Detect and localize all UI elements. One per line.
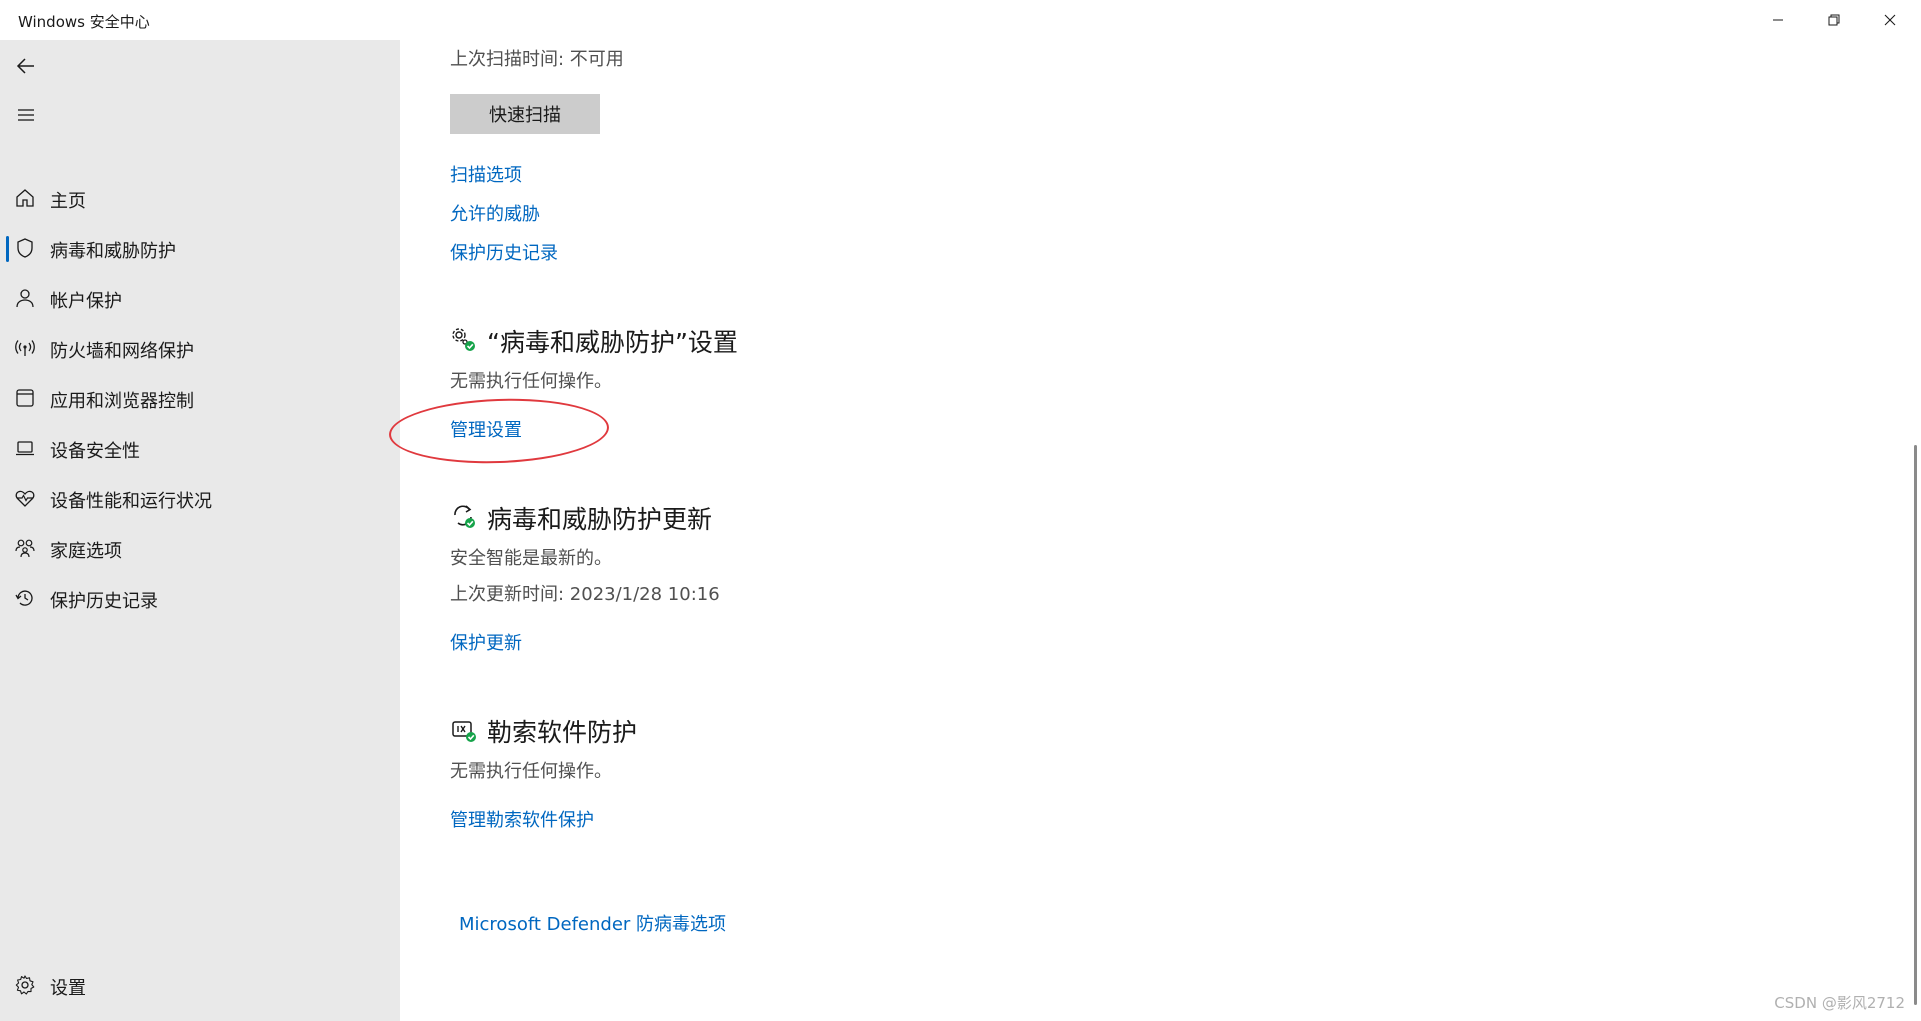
sidebar-item-label: 设置 <box>50 978 86 999</box>
settings-section-title: “病毒和威胁防护”设置 <box>487 328 738 357</box>
sidebar-item-firewall[interactable]: 防火墙和网络保护 <box>0 326 400 370</box>
menu-button[interactable] <box>8 98 44 132</box>
sidebar-item-label: 设备性能和运行状况 <box>50 491 212 512</box>
home-icon <box>14 187 36 209</box>
ransomware-section-title: 勒索软件防护 <box>487 718 638 747</box>
heart-pulse-icon <box>14 487 36 509</box>
sidebar-item-label: 家庭选项 <box>50 541 122 562</box>
last-scan-text: 上次扫描时间: 不可用 <box>450 49 624 70</box>
protection-updates-link[interactable]: 保护更新 <box>450 629 522 655</box>
vertical-scrollbar[interactable] <box>1914 445 1917 1005</box>
sidebar-item-label: 设备安全性 <box>50 441 140 462</box>
updates-section-title: 病毒和威胁防护更新 <box>487 505 713 534</box>
laptop-icon <box>14 437 36 459</box>
main-content: 上次扫描时间: 不可用 快速扫描 扫描选项 允许的威胁 保护历史记录 “病毒和威… <box>387 40 1921 1021</box>
sidebar-item-family-options[interactable]: 家庭选项 <box>0 526 400 570</box>
sidebar-item-label: 防火墙和网络保护 <box>50 341 194 362</box>
history-icon <box>14 587 36 609</box>
close-icon <box>1884 14 1896 26</box>
wireless-icon <box>14 337 36 359</box>
sidebar-item-settings[interactable]: 设置 <box>0 963 400 1007</box>
sidebar-item-label: 主页 <box>50 191 86 212</box>
settings-status-text: 无需执行任何操作。 <box>450 371 612 392</box>
ransomware-icon <box>450 716 478 744</box>
shield-icon <box>14 237 36 259</box>
back-arrow-icon <box>16 58 34 74</box>
window-title: Windows 安全中心 <box>18 13 150 31</box>
last-update-text: 上次更新时间: 2023/1/28 10:16 <box>450 584 720 605</box>
manage-ransomware-link[interactable]: 管理勒索软件保护 <box>450 806 594 832</box>
gear-icon <box>14 974 36 996</box>
minimize-button[interactable] <box>1750 0 1806 40</box>
back-button[interactable] <box>8 49 44 83</box>
active-indicator <box>6 236 9 262</box>
protection-history-link[interactable]: 保护历史记录 <box>450 239 558 265</box>
minimize-icon <box>1773 19 1783 21</box>
scan-options-link[interactable]: 扫描选项 <box>450 161 522 187</box>
quick-scan-button[interactable]: 快速扫描 <box>450 94 600 134</box>
person-icon <box>14 287 36 309</box>
updates-status-text: 安全智能是最新的。 <box>450 548 612 569</box>
update-refresh-icon <box>450 502 478 530</box>
restore-icon <box>1828 14 1840 26</box>
sidebar-item-home[interactable]: 主页 <box>0 176 400 220</box>
settings-gears-icon <box>450 326 478 354</box>
watermark-text: CSDN @影风2712 <box>1774 994 1905 1012</box>
hamburger-menu-icon <box>18 109 34 121</box>
sidebar-item-virus-protection[interactable]: 病毒和威胁防护 <box>0 226 400 270</box>
restore-button[interactable] <box>1806 0 1862 40</box>
family-icon <box>14 537 36 559</box>
title-bar: Windows 安全中心 <box>0 0 1921 40</box>
app-window-icon <box>14 387 36 409</box>
manage-settings-link[interactable]: 管理设置 <box>450 416 522 442</box>
ransomware-status-text: 无需执行任何操作。 <box>450 761 612 782</box>
sidebar-item-account-protection[interactable]: 帐户保护 <box>0 276 400 320</box>
defender-antivirus-options-link[interactable]: Microsoft Defender 防病毒选项 <box>459 910 726 936</box>
sidebar-item-label: 应用和浏览器控制 <box>50 391 194 412</box>
sidebar: 主页 病毒和威胁防护 帐户保护 防火墙和网络保护 应用和浏览器控制 设备安全性 <box>0 40 400 1021</box>
sidebar-item-label: 帐户保护 <box>50 291 122 312</box>
sidebar-item-device-health[interactable]: 设备性能和运行状况 <box>0 476 400 520</box>
sidebar-item-protection-history[interactable]: 保护历史记录 <box>0 576 400 620</box>
sidebar-item-label: 病毒和威胁防护 <box>50 241 176 262</box>
close-button[interactable] <box>1862 0 1918 40</box>
sidebar-item-device-security[interactable]: 设备安全性 <box>0 426 400 470</box>
sidebar-item-app-browser[interactable]: 应用和浏览器控制 <box>0 376 400 420</box>
sidebar-item-label: 保护历史记录 <box>50 591 158 612</box>
allowed-threats-link[interactable]: 允许的威胁 <box>450 200 540 226</box>
